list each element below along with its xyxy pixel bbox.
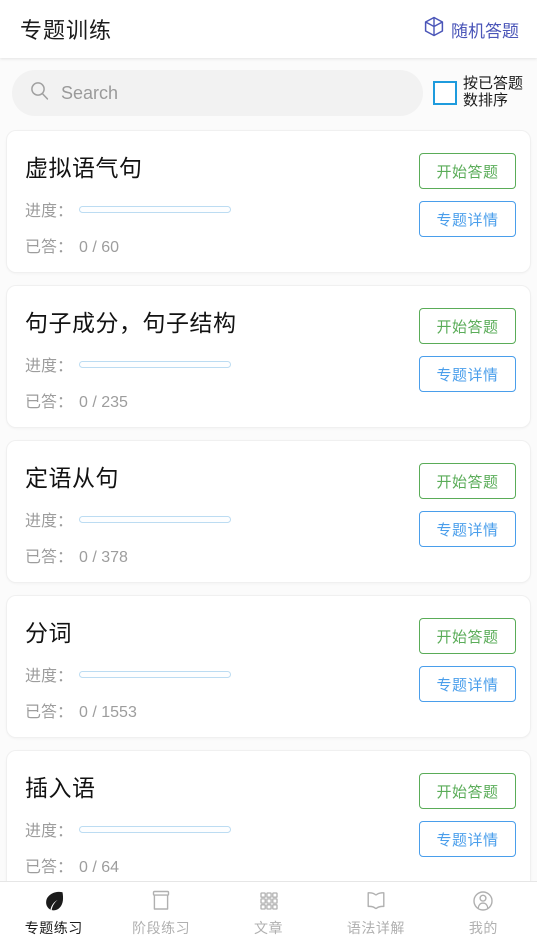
search-icon [30,81,49,105]
topic-list: 虚拟语气句 进度： 已答： 0 / 60 开始答题 专题详情 句子成分，句子结构… [0,130,537,893]
topic-card-body: 句子成分，句子结构 进度： 已答： 0 / 235 [25,304,419,412]
nav-item-topic-practice[interactable]: 专题练习 [0,888,107,938]
nav-item-stage-practice[interactable]: 阶段练习 [107,888,214,938]
answered-value: 0 / 64 [79,859,120,876]
topic-detail-button[interactable]: 专题详情 [419,201,516,237]
topic-detail-button[interactable]: 专题详情 [419,511,516,547]
leaf-icon [41,888,67,914]
answered-label: 已答： [25,859,74,876]
answered-label: 已答： [25,704,74,721]
random-quiz-label: 随机答题 [451,21,519,41]
sort-by-answered-toggle[interactable]: 按已答题数排序 [433,75,525,110]
topic-card[interactable]: 插入语 进度： 已答： 0 / 64 开始答题 专题详情 [6,750,531,893]
progress-bar [79,825,232,833]
answered-value: 0 / 60 [79,239,120,256]
sort-label: 按已答题数排序 [463,75,524,109]
topic-card-body: 分词 进度： 已答： 0 / 1553 [25,614,419,722]
cube-icon [424,16,444,42]
progress-label: 进度： [25,358,74,375]
topic-progress-row: 进度： [25,197,419,221]
book-icon [363,888,389,914]
topic-detail-button[interactable]: 专题详情 [419,821,516,857]
random-quiz-button[interactable]: 随机答题 [424,16,519,42]
answered-value: 0 / 378 [79,549,128,566]
sort-checkbox[interactable] [433,81,457,105]
start-quiz-button[interactable]: 开始答题 [419,308,516,344]
topic-card-actions: 开始答题 专题详情 [419,149,516,237]
topic-progress-row: 进度： [25,662,419,686]
progress-bar [79,670,232,678]
topic-card[interactable]: 分词 进度： 已答： 0 / 1553 开始答题 专题详情 [6,595,531,738]
nav-label: 专题练习 [24,919,83,936]
topic-answered-row: 已答： 0 / 378 [25,543,419,567]
bottom-navigation: 专题练习 阶段练习 文章 语法详解 我的 [0,881,537,943]
answered-value: 0 / 1553 [79,704,137,721]
progress-bar [79,515,232,523]
topic-title: 插入语 [25,775,96,801]
progress-bar [79,205,232,213]
topic-title: 分词 [25,620,72,646]
page-title: 专题训练 [20,18,113,43]
answered-value: 0 / 235 [79,394,128,411]
topic-card[interactable]: 虚拟语气句 进度： 已答： 0 / 60 开始答题 专题详情 [6,130,531,273]
topic-progress-row: 进度： [25,817,419,841]
grid-icon [256,888,282,914]
nav-label: 阶段练习 [132,919,191,936]
topic-card-actions: 开始答题 专题详情 [419,614,516,702]
progress-label: 进度： [25,668,74,685]
start-quiz-button[interactable]: 开始答题 [419,773,516,809]
answered-label: 已答： [25,394,74,411]
progress-bar [79,360,232,368]
topic-card[interactable]: 定语从句 进度： 已答： 0 / 378 开始答题 专题详情 [6,440,531,583]
search-input[interactable] [61,82,405,104]
topic-progress-row: 进度： [25,352,419,376]
nav-item-grammar[interactable]: 语法详解 [322,888,429,938]
topic-answered-row: 已答： 0 / 60 [25,233,419,257]
topic-title: 定语从句 [25,465,119,491]
box-icon [148,888,174,914]
progress-label: 进度： [25,513,74,530]
person-icon [470,888,496,914]
topic-answered-row: 已答： 0 / 64 [25,853,419,877]
topic-title: 句子成分，句子结构 [25,310,237,336]
start-quiz-button[interactable]: 开始答题 [419,618,516,654]
topic-answered-row: 已答： 0 / 235 [25,388,419,412]
nav-label: 语法详解 [346,919,405,936]
topic-card-actions: 开始答题 专题详情 [419,304,516,392]
nav-label: 文章 [254,919,284,936]
topic-detail-button[interactable]: 专题详情 [419,666,516,702]
topic-card[interactable]: 句子成分，句子结构 进度： 已答： 0 / 235 开始答题 专题详情 [6,285,531,428]
topic-card-body: 插入语 进度： 已答： 0 / 64 [25,769,419,877]
start-quiz-button[interactable]: 开始答题 [419,153,516,189]
topic-answered-row: 已答： 0 / 1553 [25,698,419,722]
topic-progress-row: 进度： [25,507,419,531]
answered-label: 已答： [25,549,74,566]
topic-card-actions: 开始答题 专题详情 [419,459,516,547]
topic-title: 虚拟语气句 [25,155,143,181]
topic-card-body: 虚拟语气句 进度： 已答： 0 / 60 [25,149,419,257]
start-quiz-button[interactable]: 开始答题 [419,463,516,499]
search-row: 按已答题数排序 [0,58,537,130]
nav-label: 我的 [468,919,498,936]
progress-label: 进度： [25,823,74,840]
topic-detail-button[interactable]: 专题详情 [419,356,516,392]
app-header: 专题训练 随机答题 [0,0,537,58]
nav-item-profile[interactable]: 我的 [430,888,537,938]
answered-label: 已答： [25,239,74,256]
progress-label: 进度： [25,203,74,220]
topic-card-actions: 开始答题 专题详情 [419,769,516,857]
search-box[interactable] [12,70,423,116]
nav-item-articles[interactable]: 文章 [215,888,322,938]
topic-card-body: 定语从句 进度： 已答： 0 / 378 [25,459,419,567]
